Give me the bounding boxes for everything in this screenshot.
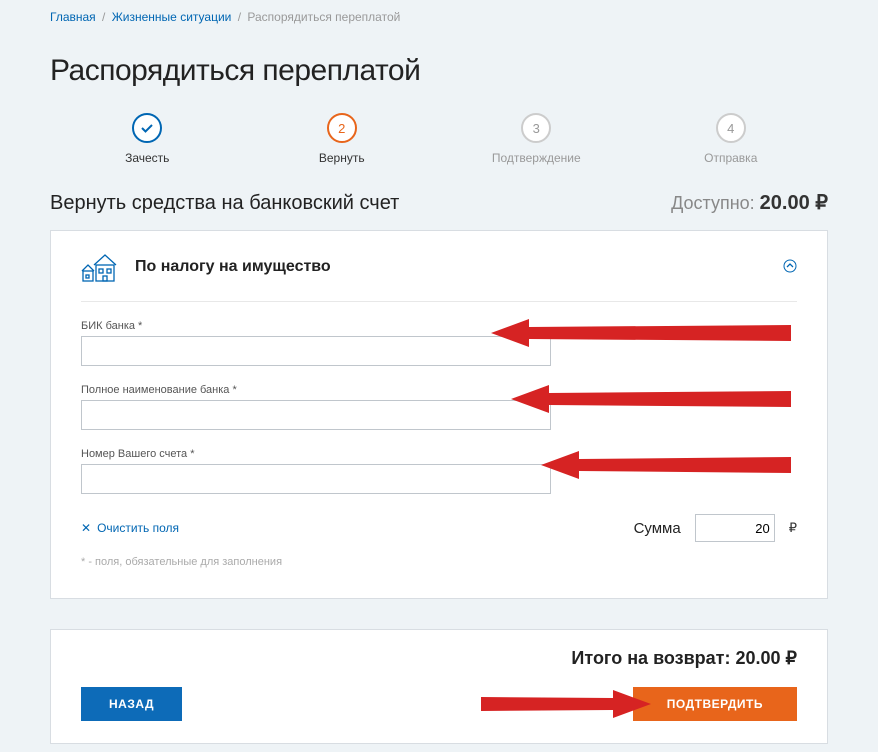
bankname-input[interactable] [81,400,551,430]
available-value: 20.00 ₽ [760,192,828,214]
account-field-block: Номер Вашего счета * [81,448,797,494]
breadcrumb: Главная / Жизненные ситуации / Распоряди… [50,10,828,24]
available-amount: Доступно: 20.00 ₽ [671,190,828,215]
bik-field-block: БИК банка * [81,320,797,366]
total-value: 20.00 ₽ [736,648,798,668]
total-row: Итого на возврат: 20.00 ₽ [81,648,797,669]
breadcrumb-life[interactable]: Жизненные ситуации [112,10,232,24]
clear-label: Очистить поля [97,521,179,535]
collapse-icon[interactable] [783,259,797,276]
card-header: По налогу на имущество [81,251,797,302]
card-title: По налогу на имущество [135,258,765,276]
sum-group: Сумма ₽ [634,514,797,542]
step-label: Вернуть [319,151,365,165]
step-number: 2 [327,113,357,143]
step-2[interactable]: 2 Вернуть [245,113,440,165]
bankname-field-block: Полное наименование банка * [81,384,797,430]
breadcrumb-sep: / [102,10,105,24]
back-button[interactable]: НАЗАД [81,687,182,721]
close-icon: ✕ [81,521,91,535]
subheader: Вернуть средства на банковский счет Дост… [50,190,828,215]
step-label: Зачесть [125,151,169,165]
step-number: 3 [521,113,551,143]
ruble-icon: ₽ [789,520,797,536]
step-1[interactable]: Зачесть [50,113,245,165]
required-note: * - поля, обязательные для заполнения [81,556,797,568]
step-3[interactable]: 3 Подтверждение [439,113,634,165]
house-icon [81,251,117,283]
step-label: Подтверждение [492,151,581,165]
clear-fields-link[interactable]: ✕ Очистить поля [81,521,179,535]
bankname-label: Полное наименование банка * [81,384,797,396]
confirm-button[interactable]: ПОДТВЕРДИТЬ [633,687,797,721]
account-label: Номер Вашего счета * [81,448,797,460]
total-label: Итого на возврат: [571,648,735,668]
bik-label: БИК банка * [81,320,797,332]
footer-card: Итого на возврат: 20.00 ₽ НАЗАД ПОДТВЕРД… [50,629,828,744]
available-label: Доступно: [671,193,760,213]
sum-input[interactable] [695,514,775,542]
wizard-steps: Зачесть 2 Вернуть 3 Подтверждение 4 Отпр… [50,113,828,165]
step-number: 4 [716,113,746,143]
breadcrumb-home[interactable]: Главная [50,10,96,24]
breadcrumb-current: Распорядиться переплатой [247,10,400,24]
breadcrumb-sep: / [238,10,241,24]
bik-input[interactable] [81,336,551,366]
page-title: Распорядиться переплатой [50,54,828,88]
form-card: По налогу на имущество БИК банка * Полно… [50,230,828,599]
check-icon [132,113,162,143]
step-label: Отправка [704,151,757,165]
sum-label: Сумма [634,520,681,537]
step-4[interactable]: 4 Отправка [634,113,829,165]
subheader-title: Вернуть средства на банковский счет [50,192,399,215]
account-input[interactable] [81,464,551,494]
